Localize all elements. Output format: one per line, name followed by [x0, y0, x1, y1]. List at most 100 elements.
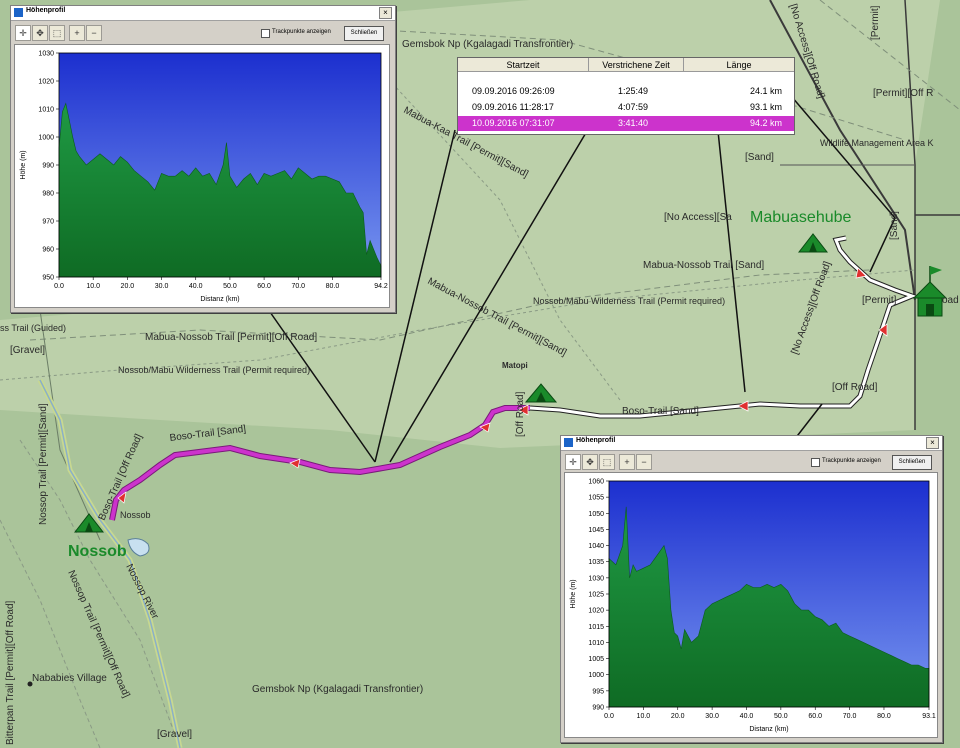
row-length: 93.1 km: [749, 102, 782, 112]
zoom-in-icon[interactable]: +: [69, 25, 85, 41]
x-tick-label: 70.0: [291, 283, 305, 290]
map-label: Nossob/Mabu Wilderness Trail (Permit req…: [533, 296, 725, 306]
close-icon[interactable]: ×: [926, 437, 939, 449]
row-elapsed: 3:41:40: [618, 118, 649, 128]
y-tick-label: 990: [592, 705, 604, 712]
table-row[interactable]: 09.09.2016 11:28:17 4:07:59 93.1 km: [458, 100, 794, 115]
title-bar[interactable]: Höhenprofil ×: [561, 436, 942, 451]
x-tick-label: 93.1: [922, 713, 936, 720]
trackpoints-label: Trackpunkte anzeigen: [272, 29, 331, 35]
x-tick-label: 40.0: [740, 713, 754, 720]
map-label: [No Access][Sa: [664, 212, 732, 223]
crosshair-icon[interactable]: ✛: [15, 25, 31, 41]
col-start-header[interactable]: Startzeit: [458, 58, 589, 72]
row-elapsed: 1:25:49: [618, 86, 649, 96]
y-tick-label: 1045: [588, 527, 604, 534]
table-row[interactable]: 09.09.2016 09:26:09 1:25:49 24.1 km: [458, 84, 794, 99]
x-tick-label: 20.0: [121, 283, 135, 290]
y-tick-label: 1020: [38, 79, 54, 86]
x-tick-label: 94.2: [374, 283, 388, 290]
y-tick-label: 960: [42, 247, 54, 254]
x-tick-label: 20.0: [671, 713, 685, 720]
x-tick-label: 10.0: [637, 713, 651, 720]
zoom-out-icon[interactable]: −: [86, 25, 102, 41]
map-label: [Off Road]: [832, 382, 878, 393]
app-icon: [14, 8, 23, 17]
y-tick-label: 1060: [588, 479, 604, 486]
close-button[interactable]: Schließen: [892, 455, 932, 470]
y-tick-label: 1035: [588, 559, 604, 566]
profile-window-1[interactable]: Höhenprofil × ✛ ✥ ⬚ + − Trackpunkte anze…: [10, 5, 396, 313]
y-tick-label: 1030: [38, 51, 54, 58]
close-icon[interactable]: ×: [379, 7, 392, 19]
map-label: Nababies Village: [32, 673, 107, 684]
profile-window-2[interactable]: Höhenprofil × ✛ ✥ ⬚ + − Trackpunkte anze…: [560, 435, 943, 743]
elevation-chart[interactable]: 990 995 1000 1005 1010 1015 1020 1025 1030 1035 10…: [564, 472, 938, 738]
zoom-out-icon[interactable]: −: [636, 454, 652, 470]
app-icon: [564, 438, 573, 447]
map-label: [Permit]: [862, 295, 897, 306]
x-tick-label: 60.0: [808, 713, 822, 720]
x-tick-label: 40.0: [189, 283, 203, 290]
elevation-chart-svg: 990 995 1000 1005 1010 1015 1020 1025 1030 1035 10…: [570, 479, 936, 734]
y-tick-label: 1015: [588, 624, 604, 631]
x-tick-label: 80.0: [326, 283, 340, 290]
elevation-chart[interactable]: 950 960 970 980 990 1000 1010 1020 1030 0.0 10.0 20…: [14, 44, 390, 308]
x-tick-label: 0.0: [54, 283, 64, 290]
trackpoints-checkbox[interactable]: [261, 29, 270, 38]
y-tick-label: 995: [592, 688, 604, 695]
map-label: [Permit]: [870, 5, 881, 40]
map-label: [Gravel]: [157, 729, 192, 740]
x-tick-label: 80.0: [877, 713, 891, 720]
x-tick-label: 50.0: [774, 713, 788, 720]
y-axis-title: Höhe (m): [570, 579, 577, 608]
tracks-table[interactable]: Startzeit Verstrichene Zeit Länge 09.09.…: [457, 57, 795, 135]
col-elapsed-header[interactable]: Verstrichene Zeit: [589, 58, 684, 72]
zoom-rect-icon[interactable]: ⬚: [599, 454, 615, 470]
x-tick-label: 60.0: [257, 283, 271, 290]
y-tick-label: 950: [42, 275, 54, 282]
place-mabuasehube: Mabuasehube: [750, 209, 852, 226]
row-start: 09.09.2016 11:28:17: [472, 102, 554, 112]
title-bar[interactable]: Höhenprofil ×: [11, 6, 395, 21]
y-tick-label: 970: [42, 219, 54, 226]
y-tick-label: 1050: [588, 511, 604, 518]
y-tick-label: 1010: [38, 107, 54, 114]
map-label: [Sand]: [889, 211, 900, 240]
x-tick-label: 30.0: [155, 283, 169, 290]
place-matopi: Matopi: [502, 361, 528, 370]
map-label: Nossob/Mabu Wilderness Trail (Permit req…: [118, 365, 310, 375]
zoom-rect-icon[interactable]: ⬚: [49, 25, 65, 41]
window-title: Höhenprofil: [576, 437, 616, 444]
y-tick-label: 1000: [38, 135, 54, 142]
map-label: Boso-Trail [Sand]: [622, 406, 699, 417]
y-tick-label: 1030: [588, 575, 604, 582]
x-tick-label: 50.0: [223, 283, 237, 290]
y-tick-label: 980: [42, 191, 54, 198]
table-row-selected[interactable]: 10.09.2016 07:31:07 3:41:40 94.2 km: [458, 116, 794, 131]
trackpoints-checkbox[interactable]: [811, 458, 820, 467]
y-tick-label: 1005: [588, 656, 604, 663]
close-button[interactable]: Schließen: [344, 26, 384, 41]
map-label: ss Trail (Guided): [0, 323, 66, 333]
trackpoints-label: Trackpunkte anzeigen: [822, 458, 881, 464]
move-crosshair-icon[interactable]: ✥: [32, 25, 48, 41]
col-length-header[interactable]: Länge: [684, 58, 794, 72]
map-label: [Off Road]: [515, 391, 526, 437]
x-axis-title: Distanz (km): [749, 726, 788, 733]
map-label: Mabua-Nossob Trail [Sand]: [643, 260, 764, 271]
x-axis-title: Distanz (km): [200, 296, 239, 303]
y-tick-label: 1040: [588, 543, 604, 550]
zoom-in-icon[interactable]: +: [619, 454, 635, 470]
place-nossob: Nossob: [68, 543, 127, 560]
row-elapsed: 4:07:59: [618, 102, 649, 112]
row-length: 94.2 km: [749, 118, 782, 128]
move-crosshair-icon[interactable]: ✥: [582, 454, 598, 470]
y-tick-label: 1000: [588, 672, 604, 679]
y-tick-label: 1020: [588, 608, 604, 615]
crosshair-icon[interactable]: ✛: [565, 454, 581, 470]
map-label: oad: [942, 295, 959, 306]
map-label: Nossob: [120, 510, 151, 520]
x-tick-label: 0.0: [604, 713, 614, 720]
map-label: Mabua-Nossob Trail [Permit][Off Road]: [145, 332, 317, 343]
